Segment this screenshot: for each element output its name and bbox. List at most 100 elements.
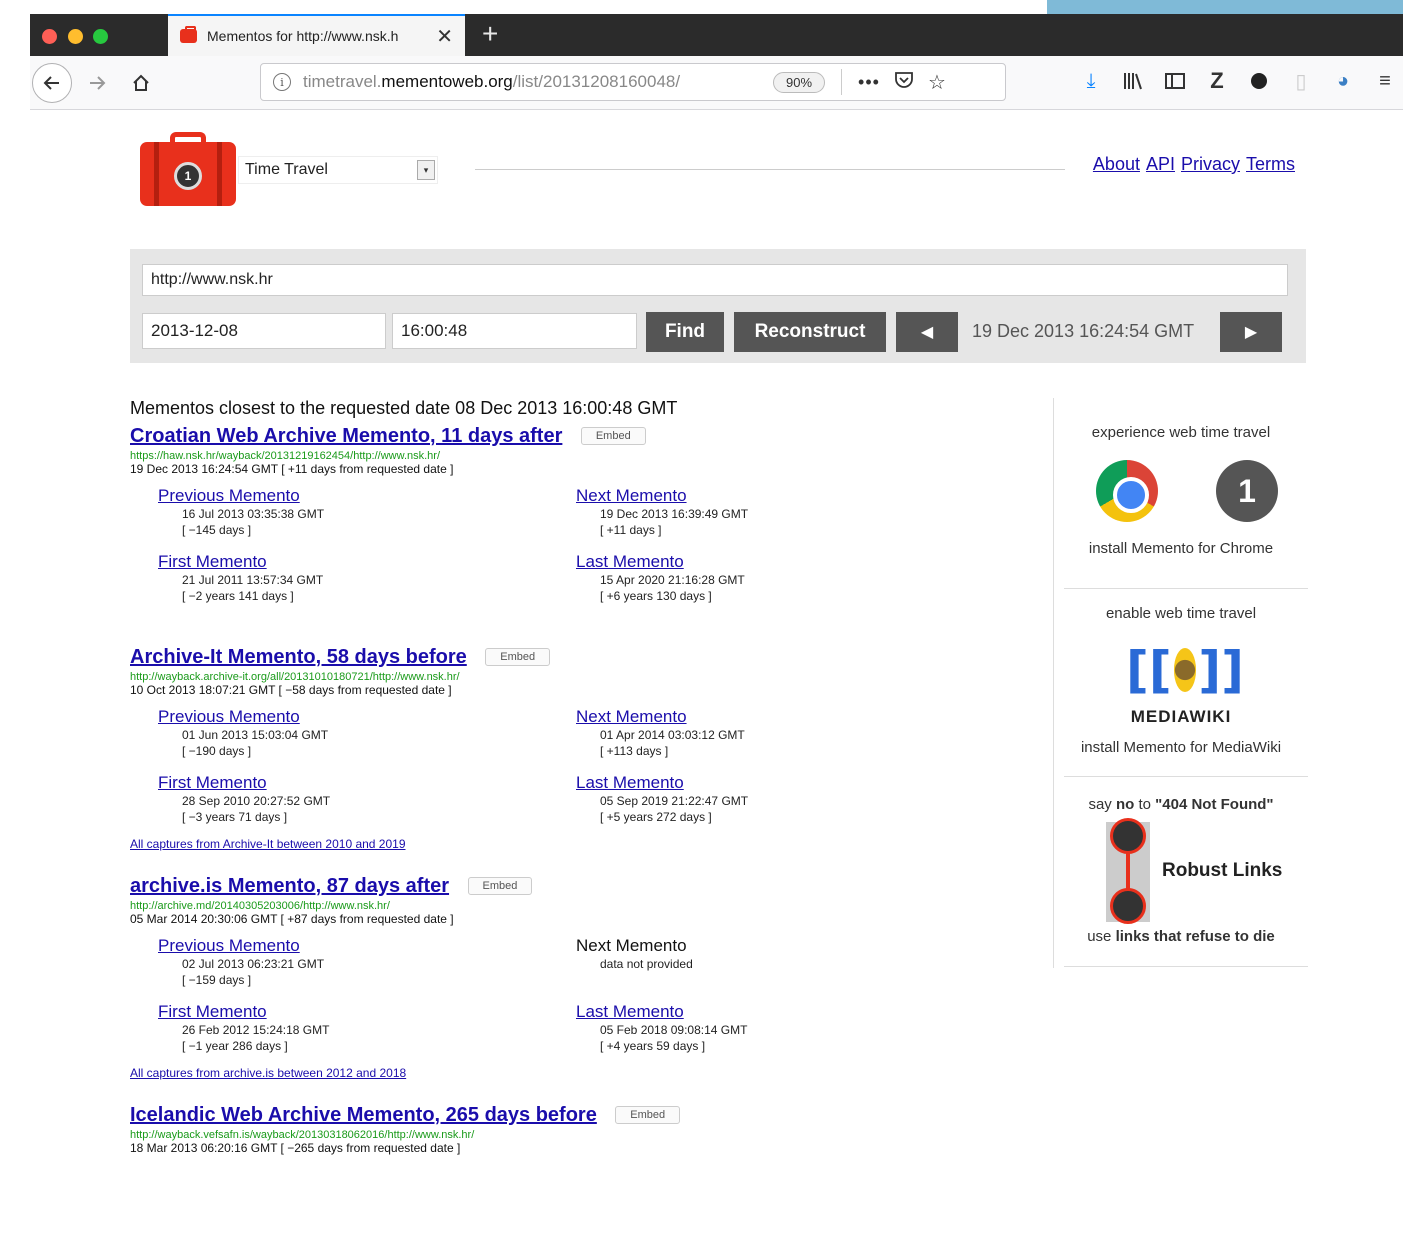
terms-link[interactable]: Terms [1246,154,1295,175]
last-memento-link[interactable]: Last Memento [576,1002,684,1021]
previous-memento-link[interactable]: Previous Memento [158,486,300,505]
top-nav-links: About API Privacy Terms [1093,154,1295,175]
first-memento-link[interactable]: First Memento [158,552,267,571]
robust-links-no: no [1115,796,1135,813]
previous-memento-link[interactable]: Previous Memento [158,707,300,726]
home-icon [133,74,149,91]
previous-memento-link[interactable]: Previous Memento [158,936,300,955]
first-memento-delta: [ −3 years 71 days ] [182,810,288,824]
home-button[interactable] [122,65,160,101]
memento-url: http://wayback.archive-it.org/all/201310… [130,671,460,683]
service-select[interactable]: Time Travel ▾ [238,156,438,184]
memento-title-link[interactable]: Archive-It Memento, 58 days before [130,646,467,669]
embed-button[interactable]: Embed [467,877,533,895]
page-actions-button[interactable]: ••• [858,72,880,93]
privacy-link[interactable]: Privacy [1181,154,1240,175]
chrome-icon[interactable] [1096,460,1158,522]
last-memento-link[interactable]: Last Memento [576,773,684,792]
first-memento-link[interactable]: First Memento [158,1002,267,1021]
robust-links-label[interactable]: Robust Links [1162,860,1282,882]
memento-navigation: Previous Memento 01 Jun 2013 15:03:04 GM… [130,707,1030,835]
sidebar-icon[interactable] [1164,66,1186,96]
next-memento-link[interactable]: Next Memento [576,707,687,726]
robust-links-tagline: say no to "404 Not Found" [1054,796,1308,813]
forward-button[interactable] [78,65,116,101]
all-captures-link[interactable]: All captures from archive.is between 201… [130,1066,406,1080]
robust-links-use: use [1087,928,1112,945]
download-icon[interactable]: ⤓ [1080,66,1102,96]
next-memento: Next Memento data not provided [576,936,876,972]
close-window-button[interactable] [42,29,57,44]
previous-memento-button[interactable]: ◀ [896,312,958,352]
memento-date: 19 Dec 2013 16:24:54 GMT [ +11 days from… [130,462,454,476]
library-icon[interactable] [1122,66,1144,96]
api-link[interactable]: API [1146,154,1175,175]
next-memento-date: data not provided [600,957,693,971]
minimize-window-button[interactable] [68,29,83,44]
mediawiki-promo-heading: enable web time travel [1105,605,1257,622]
first-memento-date: 26 Feb 2012 15:24:18 GMT [182,1023,330,1037]
memento-title-link[interactable]: archive.is Memento, 87 days after [130,875,449,898]
next-memento-link[interactable]: Next Memento [576,486,687,505]
robust-links-to: to [1138,796,1151,813]
zoom-level[interactable]: 90% [773,71,826,93]
menu-icon[interactable]: ≡ [1374,66,1396,96]
memento-navigation: Previous Memento 02 Jul 2013 06:23:21 GM… [130,936,1030,1064]
find-button[interactable]: Find [646,312,724,352]
last-memento-link[interactable]: Last Memento [576,552,684,571]
bookmark-star-icon[interactable]: ☆ [928,70,946,95]
time-travel-logo[interactable]: 1 [140,132,236,206]
tab-close-button[interactable]: ✕ [436,24,453,49]
first-memento-link[interactable]: First Memento [158,773,267,792]
previous-memento-date: 01 Jun 2013 15:03:04 GMT [182,728,329,742]
all-captures-link[interactable]: All captures from Archive-It between 201… [130,837,406,851]
active-tab[interactable]: Mementos for http://www.nsk.h ✕ [168,14,465,56]
first-memento-delta: [ −1 year 286 days ] [182,1039,288,1053]
memento-title-link[interactable]: Icelandic Web Archive Memento, 265 days … [130,1104,597,1127]
extension-dot-icon[interactable] [1248,66,1270,96]
next-memento: Next Memento 19 Dec 2013 16:39:49 GMT [ … [576,486,876,538]
embed-button[interactable]: Embed [615,1106,681,1124]
last-memento-date: 15 Apr 2020 21:16:28 GMT [600,573,745,587]
info-icon[interactable]: i [273,73,291,91]
last-memento: Last Memento 05 Sep 2019 21:22:47 GMT [ … [576,773,876,825]
url-text: timetravel.mementoweb.org/list/201312081… [303,72,681,91]
browser-tab-bar: Mementos for http://www.nsk.h ✕ + [30,14,1403,56]
url-input[interactable]: http://www.nsk.hr [142,264,1288,296]
memento-extension-icon[interactable]: 1 [1216,460,1278,522]
previous-memento: Previous Memento 02 Jul 2013 06:23:21 GM… [158,936,458,988]
extension-blue-icon[interactable]: ◕ [1332,66,1354,96]
back-button[interactable] [32,63,72,103]
mediawiki-logo[interactable]: [[]] [1126,638,1244,702]
zotero-icon[interactable]: Z [1206,66,1228,96]
chrome-promo-heading: experience web time travel [1091,424,1271,441]
chevron-down-icon: ▾ [417,160,435,180]
site-header: 1 Time Travel ▾ About API Privacy Terms [140,128,1300,208]
robust-links-say: say [1088,796,1112,813]
memento-result: archive.is Memento, 87 days after Embed … [130,875,1030,1082]
memento-navigation: Previous Memento 16 Jul 2013 03:35:38 GM… [130,486,1030,614]
next-memento-button[interactable]: ▶ [1220,312,1282,352]
reconstruct-button[interactable]: Reconstruct [734,312,886,352]
maximize-window-button[interactable] [93,29,108,44]
results-list: Mementos closest to the requested date 0… [130,398,1030,1155]
address-bar[interactable]: i timetravel.mementoweb.org/list/2013120… [260,63,1006,101]
extension-faded-icon[interactable]: ▯ [1290,66,1312,96]
date-input[interactable]: 2013-12-08 [142,313,386,349]
tab-title: Mementos for http://www.nsk.h [207,28,399,44]
about-link[interactable]: About [1093,154,1140,175]
new-tab-button[interactable]: + [482,18,498,50]
toolbar-icons: ⤓ Z ▯ ◕ ≡ [1080,66,1396,96]
memento-result: Croatian Web Archive Memento, 11 days af… [130,425,1030,614]
first-memento: First Memento 26 Feb 2012 15:24:18 GMT [… [158,1002,458,1054]
mediawiki-install-text[interactable]: install Memento for MediaWiki [1054,739,1308,756]
header-divider [475,169,1065,170]
time-input[interactable]: 16:00:48 [392,313,637,349]
embed-button[interactable]: Embed [580,427,646,445]
chrome-install-text[interactable]: install Memento for Chrome [1054,540,1308,557]
memento-title-link[interactable]: Croatian Web Archive Memento, 11 days af… [130,425,562,448]
pocket-icon[interactable] [894,71,914,94]
embed-button[interactable]: Embed [485,648,551,666]
robust-links-icon[interactable] [1106,818,1150,924]
memento-result: Archive-It Memento, 58 days before Embed… [130,646,1030,853]
